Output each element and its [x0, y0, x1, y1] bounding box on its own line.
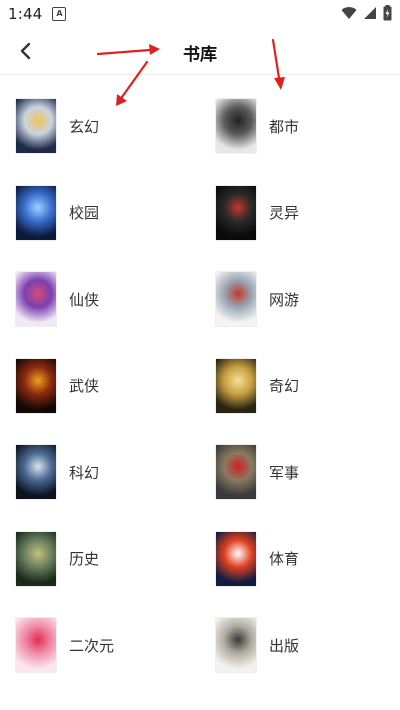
category-cover-image	[216, 99, 256, 153]
category-item[interactable]: 体育	[216, 524, 400, 594]
category-item[interactable]: 网游	[216, 264, 400, 334]
category-item[interactable]: 校园	[16, 178, 206, 248]
annotation-arrowhead-dushi	[274, 77, 285, 90]
category-item[interactable]: 出版	[216, 610, 400, 680]
category-cover-image	[216, 618, 256, 672]
category-item[interactable]: 二次元	[16, 610, 206, 680]
category-cover-image	[216, 185, 256, 240]
category-item[interactable]: 仙侠	[16, 264, 206, 334]
category-label: 历史	[69, 550, 100, 568]
category-label: 二次元	[69, 636, 115, 655]
category-label: 校园	[69, 204, 100, 222]
category-item[interactable]: 奇幻	[216, 351, 400, 421]
category-label: 体育	[269, 550, 300, 568]
category-label: 武侠	[69, 377, 100, 395]
category-item[interactable]: 都市	[216, 91, 400, 161]
category-cover-image	[16, 531, 56, 586]
category-label: 军事	[269, 463, 300, 482]
category-label: 仙侠	[69, 290, 100, 309]
status-bar: 1:44 A	[0, 0, 400, 28]
category-cover-image	[16, 185, 56, 240]
category-item[interactable]: 玄幻	[16, 91, 206, 161]
battery-charging-icon	[383, 5, 392, 21]
category-item[interactable]: 军事	[216, 437, 400, 507]
signal-icon	[364, 7, 376, 19]
category-cover-image	[16, 618, 56, 672]
page-title: 书库	[183, 45, 217, 65]
wifi-icon	[341, 7, 357, 20]
category-cover-image	[16, 272, 56, 326]
category-item[interactable]: 灵异	[216, 178, 400, 248]
category-label: 网游	[269, 290, 300, 309]
bookstore-screen: 1:44 A 书库 玄幻 都市校园 灵异仙侠 网游武侠 奇幻科幻 军事历史 体育二次元 出版	[0, 0, 400, 710]
category-label: 都市	[269, 117, 300, 136]
a-notification-icon: A	[52, 7, 67, 21]
status-icons	[341, 5, 392, 21]
header-divider	[0, 74, 400, 75]
category-cover-image	[16, 358, 56, 413]
category-cover-image	[216, 358, 256, 413]
category-item[interactable]: 武侠	[16, 351, 206, 421]
category-label: 奇幻	[269, 377, 300, 395]
category-cover-image	[216, 272, 256, 326]
category-cover-image	[216, 445, 256, 499]
status-time: 1:44	[8, 5, 43, 23]
category-cover-image	[216, 531, 256, 586]
category-label: 出版	[269, 636, 300, 655]
category-cover-image	[16, 445, 56, 499]
category-label: 玄幻	[69, 117, 100, 136]
category-cover-image	[16, 99, 56, 153]
category-label: 科幻	[69, 463, 100, 482]
category-item[interactable]: 历史	[16, 524, 206, 594]
category-label: 灵异	[269, 204, 300, 222]
header-bar: 书库	[0, 28, 400, 74]
category-item[interactable]: 科幻	[16, 437, 206, 507]
